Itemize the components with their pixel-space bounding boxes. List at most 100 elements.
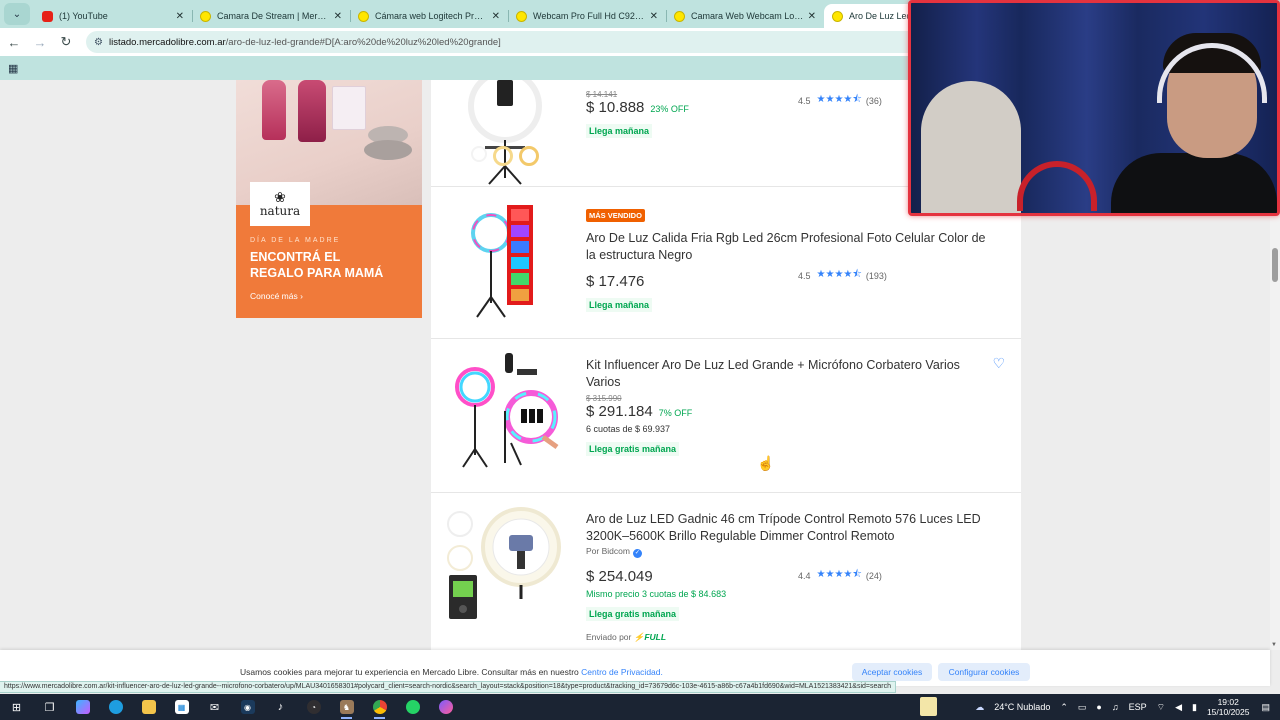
tab-logitech-pro[interactable]: Cámara web Logitech Pro Stream ✕ xyxy=(350,4,508,28)
privacy-center-link[interactable]: Centro de Privacidad. xyxy=(581,667,663,677)
ad-cta-link[interactable]: Conocé más › xyxy=(250,291,408,301)
close-icon[interactable]: ✕ xyxy=(808,11,816,22)
tab-title: Cámara web Logitech Pro Stream xyxy=(375,11,488,21)
clock-time: 19:02 xyxy=(1217,697,1239,707)
battery-icon[interactable]: ▮ xyxy=(1192,702,1197,713)
rating-value: 4.4 xyxy=(798,570,811,581)
close-icon[interactable]: ✕ xyxy=(176,11,184,22)
mercadolibre-icon xyxy=(200,10,211,22)
clock[interactable]: 19:02 15/10/2025 xyxy=(1207,697,1250,717)
notifications-icon[interactable]: ▤ xyxy=(1261,702,1270,713)
color-swatches xyxy=(471,146,539,166)
fulfillment: Enviado por ⚡FULL xyxy=(586,632,986,643)
copilot-icon[interactable] xyxy=(66,694,99,720)
item-title-link[interactable]: Kit Influencer Aro De Luz Led Grande + M… xyxy=(586,357,976,390)
cloud-icon: ☁ xyxy=(975,701,985,712)
review-count: (36) xyxy=(865,95,882,106)
cookie-text: Usamos cookies para mejorar tu experienc… xyxy=(240,667,663,677)
file-explorer-icon[interactable] xyxy=(132,694,165,720)
influencer-kit-thumbnail[interactable] xyxy=(445,351,565,471)
best-seller-badge: MÁS VENDIDO xyxy=(586,209,645,222)
swatch-warm[interactable] xyxy=(493,146,513,166)
tab-search-chevron-icon[interactable]: ⌄ xyxy=(4,3,30,25)
tab-title: Webcam Pro Full Hd C920s 1080p xyxy=(533,11,646,21)
obs-icon[interactable]: ◔ xyxy=(297,694,330,720)
close-icon[interactable]: ✕ xyxy=(492,11,500,22)
price-line: $ 254.049 xyxy=(586,568,986,585)
tab-title: (1) YouTube xyxy=(59,11,108,21)
url-field[interactable]: ⚙ listado.mercadolibre.com.ar /aro-de-lu… xyxy=(86,31,966,53)
speaker-icon[interactable]: ♫ xyxy=(1112,702,1119,712)
tab-title: Camara Web Webcam Logitech xyxy=(691,11,804,21)
item-title-link[interactable]: Aro de Luz LED Gadnic 46 cm Trípode Cont… xyxy=(586,511,986,544)
scroll-down-arrow-icon[interactable]: ▼ xyxy=(1271,642,1277,648)
list-item[interactable]: Kit Influencer Aro De Luz Led Grande + M… xyxy=(431,339,1021,493)
webcam-person-body xyxy=(1111,153,1277,213)
tab-youtube[interactable]: (1) YouTube ✕ xyxy=(34,4,192,28)
chevron-up-icon[interactable]: ⌃ xyxy=(1060,702,1068,713)
apps-grid-icon[interactable]: ▦ xyxy=(8,62,18,75)
ring-light-thumbnail[interactable] xyxy=(445,80,565,186)
task-view-icon[interactable]: ❐ xyxy=(33,694,66,720)
stars-icon: ★★★★⯪ xyxy=(816,269,862,280)
item-info: MÁS VENDIDO Aro De Luz Calida Fria Rgb L… xyxy=(586,205,986,313)
seller: Por Bidcom ✓ xyxy=(586,546,986,558)
swatch-gold[interactable] xyxy=(519,146,539,166)
accept-cookies-button[interactable]: Aceptar cookies xyxy=(852,663,932,681)
natura-ad-banner[interactable]: DÍA DE LA MADRE ENCONTRÁ EL REGALO PARA … xyxy=(236,80,422,318)
close-icon[interactable]: ✕ xyxy=(334,11,342,22)
price-line: $ 291.184 7% OFF xyxy=(586,403,976,420)
steam-icon[interactable]: ◉ xyxy=(231,694,264,720)
network-icon[interactable]: ▭ xyxy=(1078,702,1087,713)
reload-icon[interactable]: ↻ xyxy=(54,34,78,50)
store-glyph: ▦ xyxy=(174,700,189,714)
obs-glyph: ◔ xyxy=(306,700,321,714)
tab-camara-web-logitech[interactable]: Camara Web Webcam Logitech ✕ xyxy=(666,4,824,28)
windows-start-icon[interactable]: ⊞ xyxy=(0,694,33,720)
item-title-link[interactable]: Aro De Luz Calida Fria Rgb Led 26cm Prof… xyxy=(586,230,986,263)
list-item[interactable]: Aro de Luz LED Gadnic 46 cm Trípode Cont… xyxy=(431,493,1021,650)
chevron-right-icon: › xyxy=(300,291,303,301)
swatch-white[interactable] xyxy=(471,146,487,162)
wifi-icon[interactable]: ⌔ xyxy=(1157,702,1165,713)
store-icon[interactable]: ▦ xyxy=(165,694,198,720)
volume-icon[interactable]: ◀ xyxy=(1175,702,1182,713)
weather-text[interactable]: 24°C Nublado xyxy=(994,702,1050,712)
edge-icon[interactable] xyxy=(99,694,132,720)
pinned-app-icon[interactable] xyxy=(920,697,937,716)
url-path: /aro-de-luz-led-grande#D[A:aro%20de%20lu… xyxy=(225,36,501,48)
whatsapp-icon[interactable] xyxy=(396,694,429,720)
chrome-glyph xyxy=(372,700,387,714)
scrollbar-thumb[interactable] xyxy=(1272,248,1278,282)
back-arrow-icon[interactable]: ← xyxy=(2,35,26,50)
rgb-ring-light-thumbnail[interactable] xyxy=(445,201,565,321)
favorite-heart-icon[interactable]: ♡ xyxy=(992,355,1005,372)
app-icon[interactable]: ♞ xyxy=(330,694,363,720)
copilot-glyph xyxy=(75,700,90,714)
ad-headline: ENCONTRÁ EL REGALO PARA MAMÁ xyxy=(250,249,408,281)
rating: 4.5 ★★★★⯪ (36) xyxy=(798,92,882,109)
shipping-label: Llega gratis mañana xyxy=(586,607,680,621)
site-settings-icon[interactable]: ⚙ xyxy=(94,37,103,48)
rating-value: 4.5 xyxy=(798,270,811,281)
microphone-icon[interactable]: ● xyxy=(1096,702,1101,712)
perfume-bottle-image xyxy=(298,80,326,142)
tab-camara-stream[interactable]: Camara De Stream | MercadoLibre ✕ xyxy=(192,4,350,28)
stars-icon: ★★★★⯪ xyxy=(816,569,862,580)
messenger-icon[interactable] xyxy=(429,694,462,720)
close-icon[interactable]: ✕ xyxy=(650,11,658,22)
mercadolibre-icon xyxy=(832,10,843,22)
system-tray: ☁ 24°C Nublado ⌃ ▭ ● ♫ ESP ⌔ ◀ ▮ 19:02 1… xyxy=(975,694,1280,720)
configure-cookies-button[interactable]: Configurar cookies xyxy=(938,663,1030,681)
mail-icon[interactable]: ✉ xyxy=(198,694,231,720)
price-line: $ 17.476 xyxy=(586,273,986,290)
language-indicator[interactable]: ESP xyxy=(1129,702,1147,712)
chrome-icon[interactable] xyxy=(363,694,396,720)
webcam-person-background xyxy=(921,81,1021,213)
gadnic-ring-light-thumbnail[interactable] xyxy=(445,507,569,627)
edge-glyph xyxy=(108,700,123,714)
forward-arrow-icon[interactable]: → xyxy=(28,35,52,50)
tab-webcam-c920s[interactable]: Webcam Pro Full Hd C920s 1080p ✕ xyxy=(508,4,666,28)
tiktok-icon[interactable]: ♪ xyxy=(264,694,297,720)
shipping-label: Llega mañana xyxy=(586,124,653,138)
